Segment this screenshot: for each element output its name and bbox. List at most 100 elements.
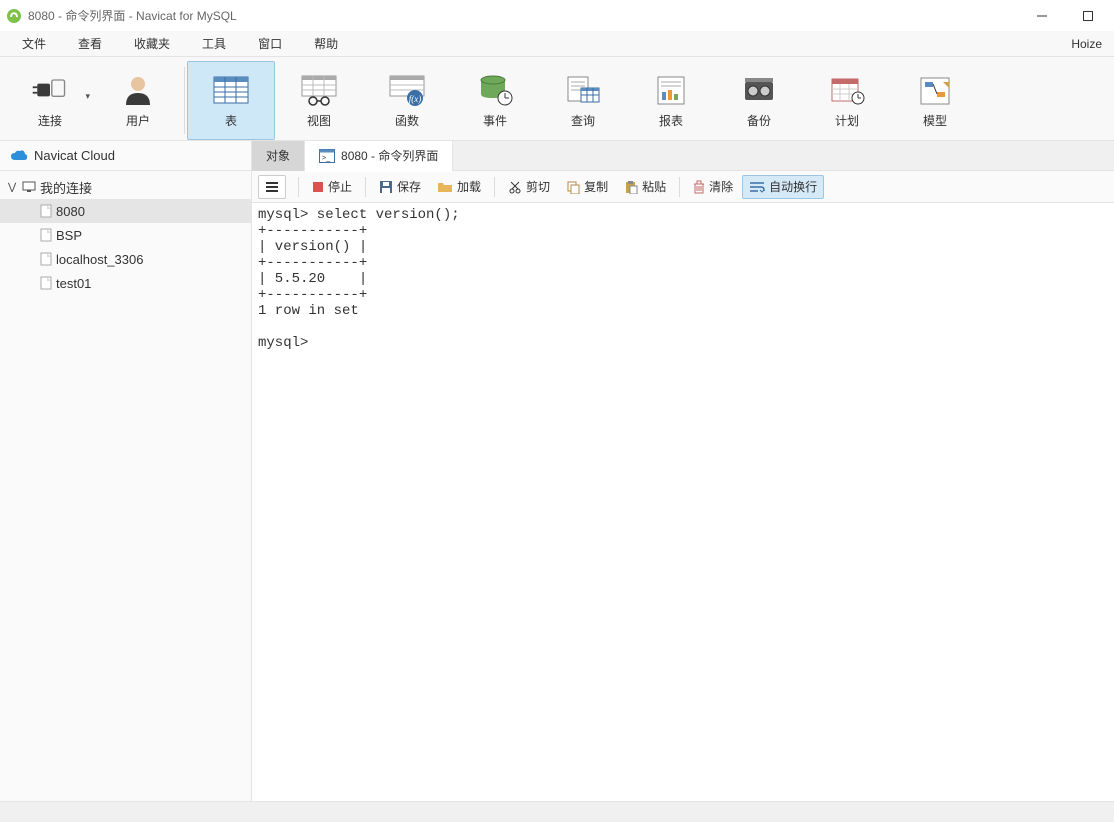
tab-console[interactable]: >_ 8080 - 命令列界面 bbox=[305, 141, 453, 171]
toolbar-table-label: 表 bbox=[225, 112, 237, 129]
app-icon bbox=[6, 8, 22, 24]
table-icon bbox=[211, 72, 251, 108]
menu-favorites[interactable]: 收藏夹 bbox=[120, 31, 184, 56]
load-button[interactable]: 加载 bbox=[430, 175, 488, 199]
toolbar-table[interactable]: 表 bbox=[187, 61, 275, 140]
minimize-button[interactable] bbox=[1028, 6, 1056, 26]
cloud-label: Navicat Cloud bbox=[34, 148, 115, 163]
toolbar-report[interactable]: 报表 bbox=[627, 61, 715, 140]
paste-button[interactable]: 粘贴 bbox=[617, 175, 673, 199]
navicat-cloud-row[interactable]: Navicat Cloud bbox=[0, 141, 251, 171]
stop-button[interactable]: 停止 bbox=[305, 175, 359, 199]
toolbar-model[interactable]: 模型 bbox=[891, 61, 979, 140]
sidebar: Navicat Cloud ⋁ 我的连接 8080 BSP bbox=[0, 141, 252, 801]
tree-item-8080[interactable]: 8080 bbox=[0, 199, 251, 223]
user-label: Hoize bbox=[1071, 37, 1106, 51]
tab-objects-label: 对象 bbox=[266, 147, 290, 164]
console-toolbar: 停止 保存 加载 剪切 复制 bbox=[252, 171, 1114, 203]
tree-item-label: 8080 bbox=[56, 204, 85, 219]
save-button[interactable]: 保存 bbox=[372, 175, 428, 199]
cut-label: 剪切 bbox=[526, 178, 550, 195]
view-icon bbox=[299, 72, 339, 108]
model-icon bbox=[915, 72, 955, 108]
user-icon bbox=[118, 72, 158, 108]
tree-root-label: 我的连接 bbox=[40, 178, 92, 197]
connection-tree: ⋁ 我的连接 8080 BSP localhost_3306 bbox=[0, 171, 251, 299]
tree-item-label: test01 bbox=[56, 276, 91, 291]
toolbar-user[interactable]: 用户 bbox=[94, 61, 182, 140]
tree-item-localhost[interactable]: localhost_3306 bbox=[0, 247, 251, 271]
toolbar-connect[interactable]: 连接 ▾ bbox=[6, 61, 94, 140]
toolbar-event[interactable]: 事件 bbox=[451, 61, 539, 140]
db-icon bbox=[40, 228, 52, 242]
tree-root[interactable]: ⋁ 我的连接 bbox=[0, 175, 251, 199]
copy-label: 复制 bbox=[584, 178, 608, 195]
paste-label: 粘贴 bbox=[642, 178, 666, 195]
toolbar-backup[interactable]: 备份 bbox=[715, 61, 803, 140]
toolbar-function[interactable]: f(x) 函数 bbox=[363, 61, 451, 140]
wrap-icon bbox=[749, 181, 765, 193]
monitor-icon bbox=[22, 181, 36, 193]
db-icon bbox=[40, 252, 52, 266]
toolbar-report-label: 报表 bbox=[659, 112, 683, 129]
function-icon: f(x) bbox=[387, 72, 427, 108]
menu-help[interactable]: 帮助 bbox=[300, 31, 352, 56]
plug-icon bbox=[30, 72, 70, 108]
toolbar-schedule[interactable]: 计划 bbox=[803, 61, 891, 140]
chevron-down-icon: ▾ bbox=[85, 91, 90, 102]
menu-view[interactable]: 查看 bbox=[64, 31, 116, 56]
svg-text:>_: >_ bbox=[322, 155, 330, 162]
stop-icon bbox=[312, 181, 324, 193]
menu-button[interactable] bbox=[258, 175, 286, 199]
tab-objects[interactable]: 对象 bbox=[252, 141, 305, 171]
tree-item-test01[interactable]: test01 bbox=[0, 271, 251, 295]
copy-icon bbox=[566, 180, 580, 194]
menu-file[interactable]: 文件 bbox=[8, 31, 60, 56]
stop-label: 停止 bbox=[328, 178, 352, 195]
event-icon bbox=[475, 72, 515, 108]
cloud-icon bbox=[10, 149, 28, 163]
paste-icon bbox=[624, 180, 638, 194]
toolbar-function-label: 函数 bbox=[395, 112, 419, 129]
menu-window[interactable]: 窗口 bbox=[244, 31, 296, 56]
tree-item-label: localhost_3306 bbox=[56, 252, 143, 267]
tab-strip: 对象 >_ 8080 - 命令列界面 bbox=[252, 141, 1114, 171]
tree-item-label: BSP bbox=[56, 228, 82, 243]
title-bar: 8080 - 命令列界面 - Navicat for MySQL bbox=[0, 0, 1114, 31]
console-icon: >_ bbox=[319, 149, 335, 163]
toolbar-schedule-label: 计划 bbox=[835, 112, 859, 129]
wrap-label: 自动换行 bbox=[769, 178, 817, 195]
toolbar-user-label: 用户 bbox=[126, 112, 150, 129]
expand-icon[interactable]: ⋁ bbox=[8, 182, 18, 193]
scissors-icon bbox=[508, 180, 522, 194]
db-icon bbox=[40, 276, 52, 290]
backup-icon bbox=[739, 72, 779, 108]
save-label: 保存 bbox=[397, 178, 421, 195]
status-bar bbox=[0, 801, 1114, 822]
report-icon bbox=[651, 72, 691, 108]
tree-item-bsp[interactable]: BSP bbox=[0, 223, 251, 247]
clear-label: 清除 bbox=[709, 178, 733, 195]
maximize-button[interactable] bbox=[1074, 6, 1102, 26]
save-icon bbox=[379, 180, 393, 194]
trash-icon bbox=[693, 180, 705, 194]
toolbar-backup-label: 备份 bbox=[747, 112, 771, 129]
toolbar-model-label: 模型 bbox=[923, 112, 947, 129]
copy-button[interactable]: 复制 bbox=[559, 175, 615, 199]
load-label: 加载 bbox=[457, 178, 481, 195]
cut-button[interactable]: 剪切 bbox=[501, 175, 557, 199]
schedule-icon bbox=[827, 72, 867, 108]
db-icon bbox=[40, 204, 52, 218]
toolbar-view[interactable]: 视图 bbox=[275, 61, 363, 140]
toolbar-event-label: 事件 bbox=[483, 112, 507, 129]
query-icon bbox=[563, 72, 603, 108]
main-toolbar: 连接 ▾ 用户 bbox=[0, 57, 1114, 141]
toolbar-query[interactable]: 查询 bbox=[539, 61, 627, 140]
menu-tools[interactable]: 工具 bbox=[188, 31, 240, 56]
clear-button[interactable]: 清除 bbox=[686, 175, 740, 199]
folder-icon bbox=[437, 181, 453, 193]
wrap-button[interactable]: 自动换行 bbox=[742, 175, 824, 199]
toolbar-connect-label: 连接 bbox=[38, 112, 62, 129]
window-title: 8080 - 命令列界面 - Navicat for MySQL bbox=[28, 7, 237, 24]
console-output[interactable]: mysql> select version(); +-----------+ |… bbox=[252, 203, 1114, 801]
